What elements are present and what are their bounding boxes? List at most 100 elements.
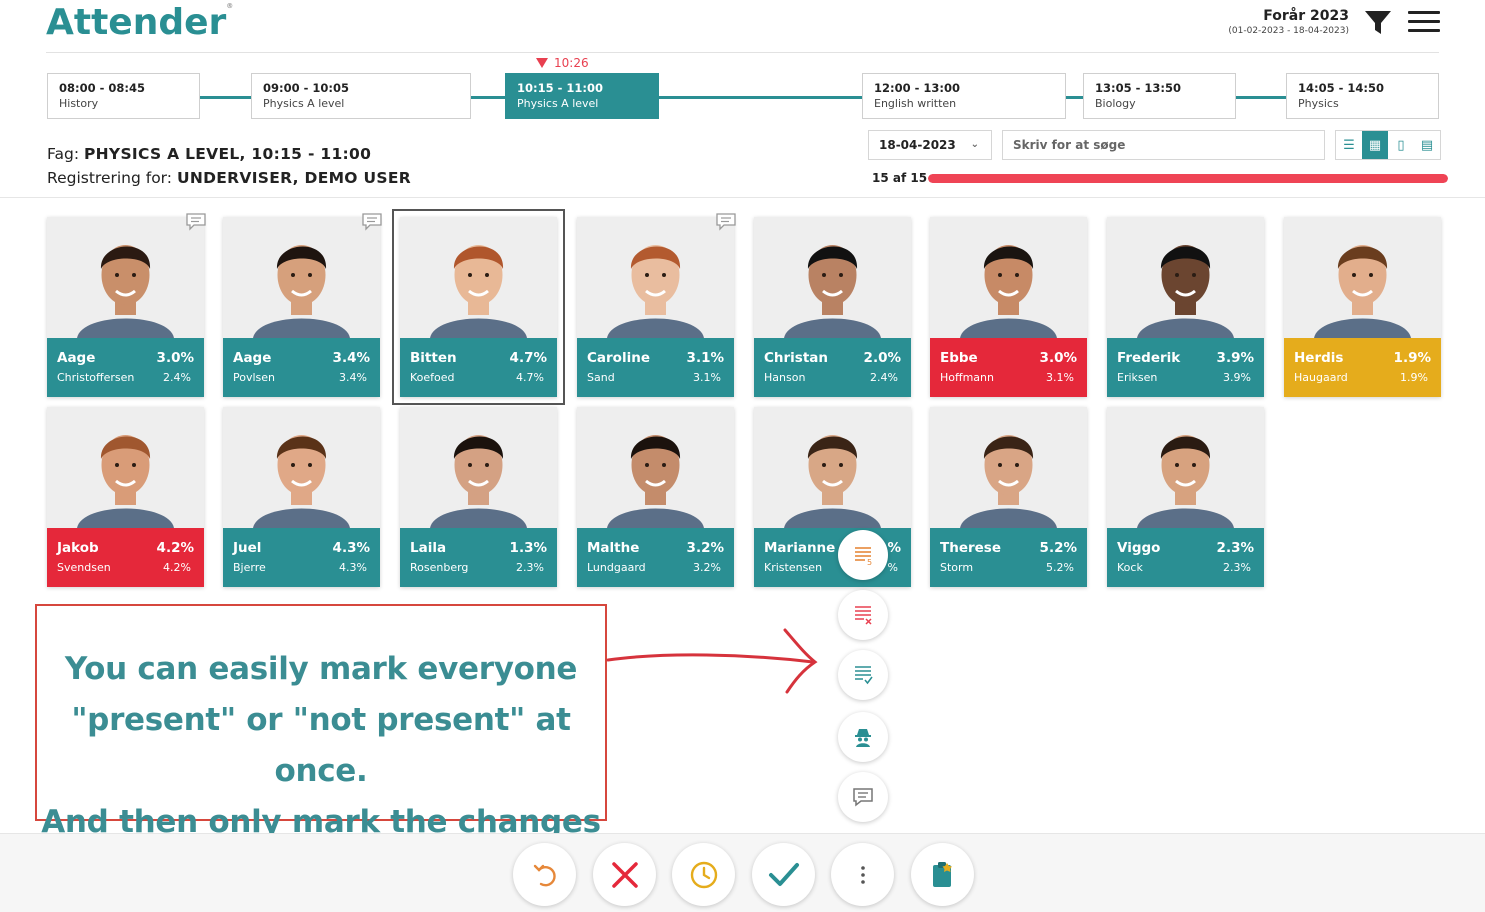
lesson-subject: English written bbox=[874, 97, 957, 110]
progress-fill bbox=[928, 174, 1448, 183]
student-photo bbox=[1107, 407, 1264, 528]
student-info-band: Caroline 3.1% Sand 3.1% bbox=[577, 338, 734, 397]
lesson-slot[interactable]: 08:00 - 08:45 History bbox=[47, 73, 200, 119]
lesson-slot[interactable]: 09:00 - 10:05 Physics A level bbox=[251, 73, 471, 119]
student-first-name: Herdis bbox=[1294, 350, 1344, 366]
student-last-name: Storm bbox=[940, 561, 974, 574]
student-photo bbox=[47, 217, 204, 338]
filter-icon[interactable] bbox=[1364, 10, 1392, 36]
svg-text:5: 5 bbox=[867, 558, 872, 566]
student-last-name: Bjerre bbox=[233, 561, 266, 574]
student-absence-percent-secondary: 4.2% bbox=[163, 561, 191, 574]
student-card[interactable]: Aage 3.4% Povlsen 3.4% bbox=[223, 217, 380, 397]
lesson-slot[interactable]: 13:05 - 13:50 Biology bbox=[1083, 73, 1236, 119]
student-card[interactable]: Jakob 4.2% Svendsen 4.2% bbox=[47, 407, 204, 587]
comment-icon[interactable] bbox=[186, 213, 206, 231]
hamburger-menu-icon[interactable] bbox=[1408, 11, 1440, 33]
student-avatar bbox=[577, 217, 734, 338]
student-last-name: Sand bbox=[587, 371, 615, 384]
student-first-name: Frederik bbox=[1117, 350, 1181, 366]
student-photo bbox=[754, 407, 911, 528]
annotation-callout: You can easily mark everyone "present" o… bbox=[35, 604, 607, 840]
spy-mode-button[interactable] bbox=[838, 712, 888, 762]
grid-view-icon[interactable]: ▦ bbox=[1362, 131, 1388, 159]
header-divider bbox=[46, 52, 1439, 53]
absent-button[interactable] bbox=[593, 843, 656, 906]
lesson-subject: Biology bbox=[1095, 97, 1136, 110]
callout-line: "present" or "not present" at once. bbox=[71, 702, 571, 789]
student-info-band: Christan 2.0% Hanson 2.4% bbox=[754, 338, 911, 397]
student-avatar bbox=[754, 407, 911, 528]
clipboard-button[interactable] bbox=[911, 843, 974, 906]
registration-label: Registrering for: bbox=[47, 169, 173, 187]
late-clock-icon bbox=[690, 861, 717, 888]
single-view-icon[interactable]: ▯ bbox=[1388, 131, 1414, 159]
student-info-band: Juel 4.3% Bjerre 4.3% bbox=[223, 528, 380, 587]
student-card[interactable]: Laila 1.3% Rosenberg 2.3% bbox=[400, 407, 557, 587]
student-absence-percent: 3.2% bbox=[686, 540, 724, 556]
student-last-name: Eriksen bbox=[1117, 371, 1158, 384]
search-input[interactable] bbox=[1002, 130, 1325, 160]
student-info-band: Ebbe 3.0% Hoffmann 3.1% bbox=[930, 338, 1087, 397]
lesson-slot-active[interactable]: 10:15 - 11:00 Physics A level bbox=[505, 73, 659, 119]
student-absence-percent: % bbox=[887, 540, 901, 556]
lesson-subject: Physics bbox=[1298, 97, 1339, 110]
student-first-name: Jakob bbox=[57, 540, 99, 556]
student-card[interactable]: Herdis 1.9% Haugaard 1.9% bbox=[1284, 217, 1441, 397]
student-card[interactable]: Therese 5.2% Storm 5.2% bbox=[930, 407, 1087, 587]
student-card[interactable]: Caroline 3.1% Sand 3.1% bbox=[577, 217, 734, 397]
student-last-name: Haugaard bbox=[1294, 371, 1348, 384]
student-card[interactable]: Frederik 3.9% Eriksen 3.9% bbox=[1107, 217, 1264, 397]
app-logo[interactable]: Attender® bbox=[46, 2, 233, 43]
student-info-band: Aage 3.0% Christoffersen 2.4% bbox=[47, 338, 204, 397]
student-absence-percent: 3.4% bbox=[332, 350, 370, 366]
student-card[interactable]: Malthe 3.2% Lundgaard 3.2% bbox=[577, 407, 734, 587]
student-avatar bbox=[47, 407, 204, 528]
student-last-name: Christoffersen bbox=[57, 371, 135, 384]
progress-label: 15 af 15 bbox=[872, 171, 928, 185]
mark-all-present-button[interactable] bbox=[838, 650, 888, 700]
student-first-name: Laila bbox=[410, 540, 447, 556]
student-card[interactable]: Ebbe 3.0% Hoffmann 3.1% bbox=[930, 217, 1087, 397]
student-card[interactable]: Juel 4.3% Bjerre 4.3% bbox=[223, 407, 380, 587]
undo-button[interactable] bbox=[513, 843, 576, 906]
student-absence-percent-secondary: % bbox=[887, 561, 898, 574]
student-absence-percent: 4.3% bbox=[332, 540, 370, 556]
rows-view-icon[interactable]: ▤ bbox=[1414, 131, 1440, 159]
comment-icon[interactable] bbox=[716, 213, 736, 231]
student-avatar bbox=[1107, 407, 1264, 528]
date-select[interactable]: 18-04-2023 ⌄ bbox=[868, 130, 992, 160]
comment-button[interactable] bbox=[838, 772, 888, 822]
mark-all-absent-button[interactable] bbox=[838, 590, 888, 640]
lesson-slot[interactable]: 14:05 - 14:50 Physics bbox=[1286, 73, 1439, 119]
term-info: Forår 2023 (01-02-2023 - 18-04-2023) bbox=[1228, 8, 1349, 36]
comment-icon[interactable] bbox=[362, 213, 382, 231]
student-absence-percent: 3.0% bbox=[1039, 350, 1077, 366]
student-absence-percent-secondary: 3.2% bbox=[693, 561, 721, 574]
student-card[interactable]: Bitten 4.7% Koefoed 4.7% bbox=[392, 209, 565, 405]
student-card[interactable]: Christan 2.0% Hanson 2.4% bbox=[754, 217, 911, 397]
student-photo bbox=[754, 217, 911, 338]
student-first-name: Caroline bbox=[587, 350, 650, 366]
student-info-band: Aage 3.4% Povlsen 3.4% bbox=[223, 338, 380, 397]
student-absence-percent-secondary: 5.2% bbox=[1046, 561, 1074, 574]
student-photo bbox=[577, 217, 734, 338]
subject-value: PHYSICS A LEVEL, 10:15 - 11:00 bbox=[84, 145, 372, 163]
student-card[interactable]: Viggo 2.3% Kock 2.3% bbox=[1107, 407, 1264, 587]
late-button[interactable] bbox=[672, 843, 735, 906]
list-view-icon[interactable]: ☰ bbox=[1336, 131, 1362, 159]
lesson-slot[interactable]: 12:00 - 13:00 English written bbox=[862, 73, 1066, 119]
clipboard-icon bbox=[932, 861, 952, 887]
student-last-name: Koefoed bbox=[410, 371, 455, 384]
current-time-marker: 10:26 bbox=[536, 56, 589, 70]
more-button[interactable] bbox=[831, 843, 894, 906]
student-first-name: Marianne bbox=[764, 540, 836, 556]
mark-all-order-button[interactable]: 5 bbox=[838, 530, 888, 580]
present-button[interactable] bbox=[752, 843, 815, 906]
lesson-time: 08:00 - 08:45 bbox=[59, 81, 145, 95]
lesson-subject: History bbox=[59, 97, 99, 110]
student-photo bbox=[223, 217, 380, 338]
lesson-subject: Physics A level bbox=[263, 97, 345, 110]
student-card[interactable]: Aage 3.0% Christoffersen 2.4% bbox=[47, 217, 204, 397]
student-avatar bbox=[47, 217, 204, 338]
